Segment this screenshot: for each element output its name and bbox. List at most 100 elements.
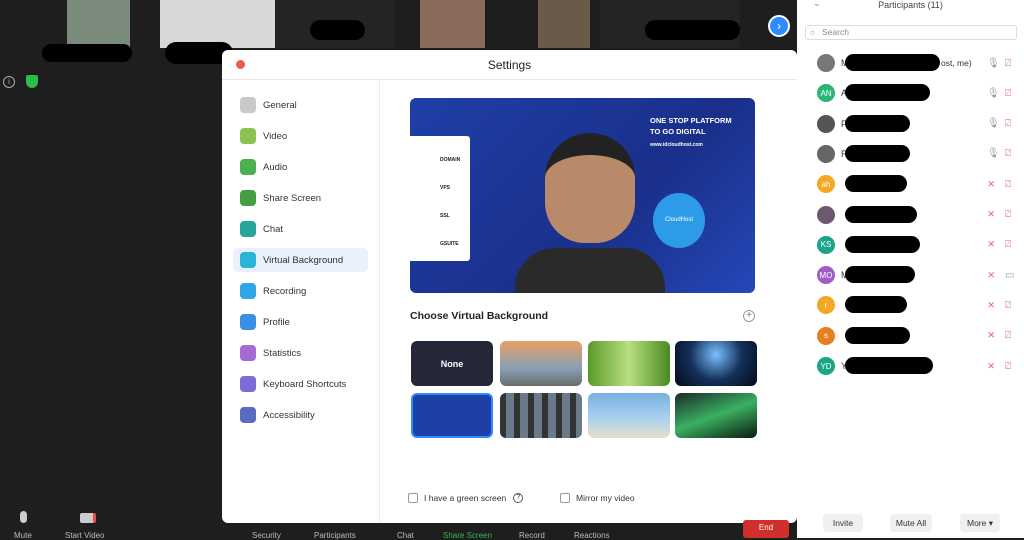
redaction	[845, 144, 910, 162]
sidebar-item-profile[interactable]: Profile	[233, 310, 368, 334]
participant-row[interactable]: Most, me)🎙︎⍁	[817, 52, 1017, 74]
video-off-icon[interactable]: ⍁	[1005, 148, 1011, 159]
avatar	[817, 54, 835, 72]
video-off-icon[interactable]: ⍁	[1005, 179, 1011, 190]
sidebar-item-chat[interactable]: Chat	[233, 217, 368, 241]
sidebar-item-statistics[interactable]: Statistics	[233, 341, 368, 365]
participant-row[interactable]: AN A 🎙︎ ⍁	[817, 82, 1017, 104]
virtual-background-pane: DOMAIN VPS SSL GSUITE ONE STOP PLATFORM …	[380, 81, 797, 523]
add-background-button[interactable]: +	[743, 310, 755, 322]
video-off-icon[interactable]: ⍁	[1005, 300, 1011, 311]
redaction	[42, 44, 132, 62]
mic-muted-icon[interactable]: ⨯	[987, 209, 995, 220]
mic-muted-icon[interactable]: ⨯	[987, 330, 995, 341]
sidebar-item-video[interactable]: Video	[233, 124, 368, 148]
settings-title: Settings	[487, 58, 532, 72]
video-off-icon[interactable]: ⍁	[1005, 58, 1011, 69]
background-idcloudhost[interactable]	[411, 393, 493, 438]
checkbox[interactable]	[408, 493, 418, 503]
info-icon[interactable]: i	[3, 76, 15, 88]
checkbox[interactable]	[560, 493, 570, 503]
video-thumb	[160, 0, 275, 48]
mirror-video-checkbox[interactable]: Mirror my video	[560, 493, 635, 503]
participants-panel: ⌄ Participants (11) ○ Search Most, me)🎙︎…	[797, 0, 1024, 538]
sidebar-item-audio[interactable]: Audio	[233, 155, 368, 179]
background-aurora[interactable]	[675, 393, 757, 438]
end-button[interactable]: End	[743, 520, 789, 538]
mic-muted-icon[interactable]: ⨯	[987, 300, 995, 311]
video-off-icon[interactable]: ⍁	[1005, 209, 1011, 220]
video-off-icon[interactable]: ⍁	[1005, 118, 1011, 129]
video-off-icon[interactable]: ⍁	[1005, 239, 1011, 250]
sidebar-item-general[interactable]: General	[233, 93, 368, 117]
participant-row[interactable]: F 🎙︎ ⍁	[817, 113, 1017, 135]
redaction	[845, 84, 930, 102]
video-thumb	[420, 0, 485, 48]
background-server-room[interactable]	[500, 393, 582, 438]
background-beach[interactable]	[588, 393, 670, 438]
participant-row[interactable]: YD Y ⨯ ⍁	[817, 355, 1017, 377]
mic-icon[interactable]: 🎙︎	[987, 148, 1000, 159]
audio-icon	[240, 159, 256, 175]
chat-button[interactable]: Chat	[397, 531, 414, 540]
video-icon[interactable]: ▭	[1005, 270, 1014, 281]
redaction	[845, 54, 940, 71]
background-golden-gate[interactable]	[500, 341, 582, 386]
mic-icon[interactable]: 🎙︎	[987, 58, 1000, 69]
next-page-button[interactable]: ›	[768, 15, 790, 37]
participant-row[interactable]: ⨯ ⍁	[817, 204, 1017, 226]
settings-titlebar: Settings	[222, 50, 797, 80]
more-button[interactable]: More ▾	[960, 514, 1000, 532]
record-button[interactable]: Record	[519, 531, 545, 540]
participant-row[interactable]: s ⨯ ⍁	[817, 325, 1017, 347]
mic-icon[interactable]	[20, 511, 27, 523]
sidebar-item-accessibility[interactable]: Accessibility	[233, 403, 368, 427]
close-button[interactable]	[236, 60, 245, 69]
mic-muted-icon[interactable]: ⨯	[987, 239, 995, 250]
redaction	[845, 326, 910, 344]
participant-row[interactable]: R🎙︎⍁	[817, 143, 1017, 165]
mic-icon[interactable]: 🎙︎	[987, 118, 1000, 129]
avatar: MO	[817, 266, 835, 285]
start-video-button[interactable]: Start Video	[65, 531, 104, 540]
background-none[interactable]: None	[411, 341, 493, 386]
mute-all-button[interactable]: Mute All	[890, 514, 932, 532]
video-off-icon[interactable]	[80, 513, 96, 523]
security-button[interactable]: Security	[252, 531, 281, 540]
video-off-icon[interactable]: ⍁	[1005, 88, 1011, 99]
reactions-button[interactable]: Reactions	[574, 531, 610, 540]
participants-button[interactable]: Participants	[314, 531, 356, 540]
search-input[interactable]: ○ Search	[805, 25, 1017, 40]
sidebar-item-label: Statistics	[263, 347, 302, 359]
person-silhouette	[545, 133, 635, 243]
sidebar-item-recording[interactable]: Recording	[233, 279, 368, 303]
participant-row[interactable]: ah ⨯ ⍁	[817, 173, 1017, 195]
mic-muted-icon[interactable]: ⨯	[987, 361, 995, 372]
mic-muted-icon[interactable]: ⨯	[987, 179, 995, 190]
invite-button[interactable]: Invite	[823, 514, 863, 532]
help-icon[interactable]: ?	[513, 493, 524, 503]
video-off-icon[interactable]: ⍁	[1005, 330, 1011, 341]
mic-muted-icon[interactable]: ⨯	[987, 270, 995, 281]
share-screen-button[interactable]: Share Screen	[443, 531, 492, 540]
mute-button[interactable]: Mute	[14, 531, 32, 540]
preview-headline: TO GO DIGITAL	[650, 127, 706, 136]
background-grass[interactable]	[588, 341, 670, 386]
sidebar-item-label: Audio	[263, 161, 288, 173]
sidebar-item-keyboard-shortcuts[interactable]: Keyboard Shortcuts	[233, 372, 368, 396]
participant-row[interactable]: KS ⨯ ⍁	[817, 234, 1017, 256]
settings-window: Settings General Video Audio Share Screen Ch…	[222, 50, 797, 523]
sidebar-item-virtual-background[interactable]: Virtual Background	[233, 248, 368, 272]
banner-item: VPS	[440, 185, 451, 191]
avatar: s	[817, 326, 835, 345]
participant-row[interactable]: MOM⨯▭	[817, 264, 1017, 286]
video-off-icon[interactable]: ⍁	[1005, 361, 1011, 372]
background-earth[interactable]	[675, 341, 757, 386]
redaction	[845, 205, 917, 223]
shield-icon[interactable]	[26, 75, 38, 88]
participant-row[interactable]: r ⨯ ⍁	[817, 294, 1017, 316]
mic-icon[interactable]: 🎙︎	[987, 88, 1000, 99]
green-screen-checkbox[interactable]: I have a green screen?	[408, 493, 524, 503]
sidebar-item-share-screen[interactable]: Share Screen	[233, 186, 368, 210]
checkbox-label: Mirror my video	[576, 493, 635, 503]
